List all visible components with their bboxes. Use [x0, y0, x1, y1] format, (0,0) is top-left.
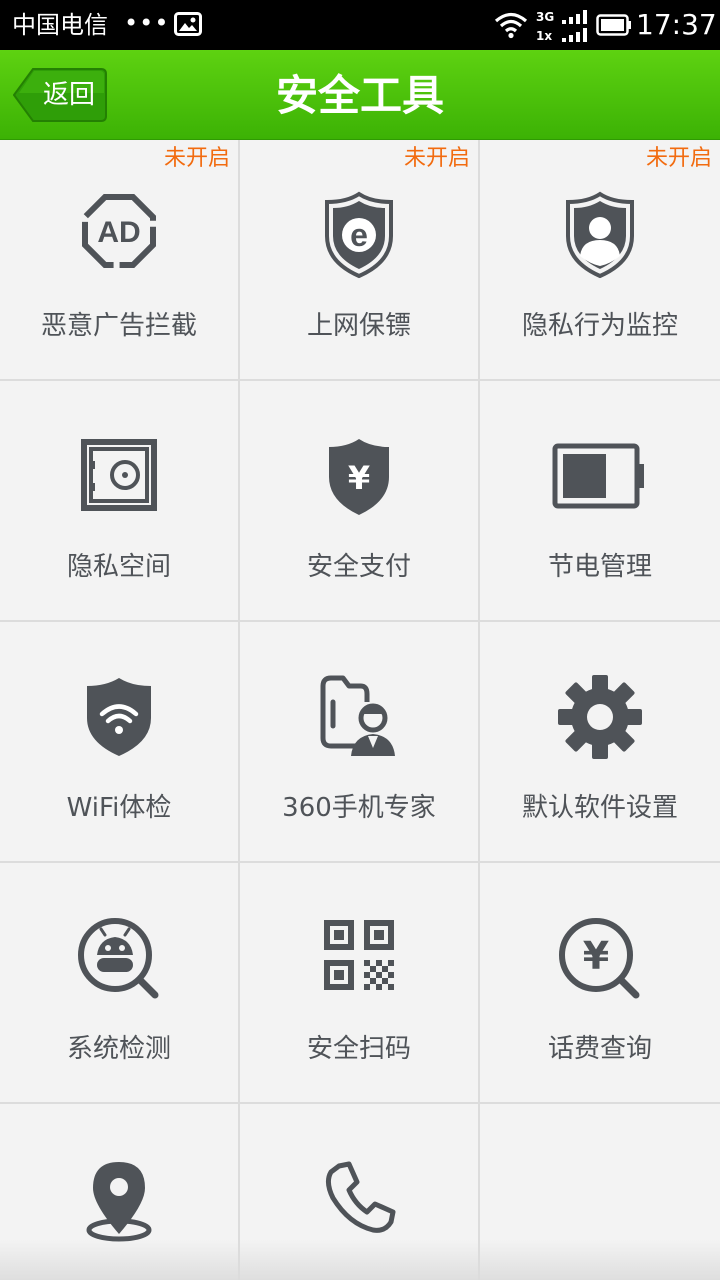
- phone-icon: [325, 1161, 396, 1233]
- image-notification-icon: [174, 12, 202, 36]
- tool-label: 节电管理: [547, 552, 652, 582]
- browser-shield-icon: e: [325, 191, 393, 279]
- network-type-3g: 3G: [536, 10, 555, 24]
- status-bar: 中国电信 ••• 3G 1x 17:37: [0, 0, 720, 50]
- tool-label: 恶意广告拦截: [40, 311, 197, 341]
- signal-indicator: 3G 1x: [536, 8, 588, 44]
- wifi-icon: [494, 12, 528, 39]
- tool-label: 话费查询: [547, 1034, 652, 1064]
- wifi-shield-icon: [87, 678, 151, 756]
- carrier-name: 中国电信: [12, 11, 108, 39]
- back-button-label: 返回: [42, 80, 95, 110]
- tool-label: 安全支付: [306, 552, 411, 582]
- notification-dots: •••: [124, 9, 170, 37]
- tool-fee-query[interactable]: ¥ 话费查询: [480, 863, 720, 1102]
- payment-shield-icon: ¥: [329, 439, 389, 515]
- phone-expert-icon: [320, 675, 395, 756]
- tool-label: 360手机专家: [282, 793, 436, 823]
- android-scan-icon: [78, 918, 159, 999]
- ad-block-icon: AD: [82, 194, 156, 268]
- tool-location[interactable]: [0, 1104, 238, 1280]
- fee-query-icon: ¥: [559, 918, 640, 999]
- tool-ad-block[interactable]: 未开启 AD 恶意广告拦截: [0, 140, 238, 379]
- svg-text:e: e: [350, 217, 368, 253]
- title-bar: 返回 安全工具: [0, 50, 720, 140]
- qr-code-icon: [324, 920, 394, 990]
- tool-label: 隐私空间: [66, 552, 171, 582]
- empty-cell: [480, 1104, 720, 1280]
- clock: 17:37: [636, 8, 717, 41]
- status-badge: 未开启: [403, 146, 470, 171]
- status-badge: 未开启: [163, 146, 230, 171]
- svg-text:AD: AD: [97, 216, 140, 249]
- safe-box-icon: [81, 439, 157, 511]
- tools-grid: 未开启 AD 恶意广告拦截 未开启 e 上网保镖 未开启 隐私行为监控 隐私空间…: [0, 140, 720, 1280]
- tool-browser-guard[interactable]: 未开启 e 上网保镖: [240, 140, 478, 379]
- tool-phone-expert[interactable]: 360手机专家: [240, 622, 478, 861]
- tool-private-space[interactable]: 隐私空间: [0, 381, 238, 620]
- tool-power-saving[interactable]: 节电管理: [480, 381, 720, 620]
- tool-label: 默认软件设置: [521, 793, 678, 823]
- tool-phone[interactable]: [240, 1104, 478, 1280]
- network-type-1x: 1x: [536, 29, 553, 43]
- tool-label: WiFi体检: [66, 793, 172, 823]
- tool-label: 系统检测: [66, 1034, 171, 1064]
- svg-text:¥: ¥: [348, 459, 370, 497]
- location-pin-icon: [86, 1162, 152, 1242]
- status-badge: 未开启: [645, 146, 712, 171]
- back-button[interactable]: 返回: [13, 67, 107, 123]
- svg-text:¥: ¥: [583, 934, 609, 978]
- tool-label: 隐私行为监控: [521, 311, 678, 341]
- gear-icon: [558, 675, 642, 759]
- privacy-monitor-icon: [566, 191, 634, 279]
- tool-label: 安全扫码: [306, 1034, 411, 1064]
- battery-icon: [552, 443, 644, 509]
- tool-wifi-check[interactable]: WiFi体检: [0, 622, 238, 861]
- tool-label: 上网保镖: [306, 311, 411, 341]
- signal-bars-icon: [562, 28, 587, 42]
- tool-system-check[interactable]: 系统检测: [0, 863, 238, 1102]
- page-title: 安全工具: [275, 71, 444, 120]
- signal-bars-icon: [562, 10, 587, 24]
- battery-status-icon: [596, 14, 631, 36]
- tool-secure-payment[interactable]: ¥ 安全支付: [240, 381, 478, 620]
- tool-safe-scan[interactable]: 安全扫码: [240, 863, 478, 1102]
- tool-privacy-monitor[interactable]: 未开启 隐私行为监控: [480, 140, 720, 379]
- tool-default-apps[interactable]: 默认软件设置: [480, 622, 720, 861]
